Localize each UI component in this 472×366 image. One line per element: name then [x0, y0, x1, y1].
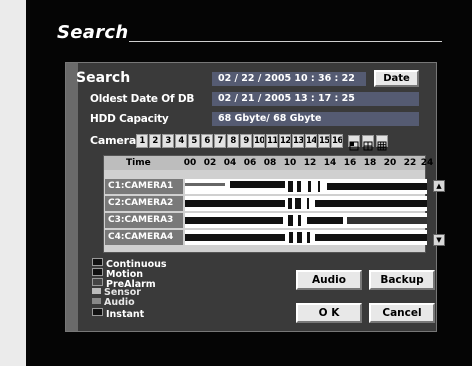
- title-divider: [129, 41, 442, 42]
- camera-13-button[interactable]: 13: [292, 134, 304, 148]
- camera-row-label[interactable]: C3:CAMERA3: [105, 213, 183, 228]
- camera-11-button[interactable]: 11: [266, 134, 278, 148]
- hour-label: 20: [383, 158, 397, 168]
- search-panel: Search 02 / 22 / 2005 10 : 36 : 22 Date …: [65, 62, 445, 332]
- multi-view-icon[interactable]: [376, 135, 388, 151]
- hour-label: 12: [303, 158, 317, 168]
- legend-swatch: [92, 258, 103, 266]
- camera-track[interactable]: [185, 179, 427, 194]
- legend-swatch: [92, 308, 103, 316]
- legend-swatch: [92, 278, 103, 286]
- hour-label: 22: [403, 158, 417, 168]
- camera-6-button[interactable]: 6: [201, 134, 213, 148]
- dvr-screen: Search Search 02 / 22 / 2005 10 : 36 : 2…: [26, 0, 472, 366]
- oldest-date-label: Oldest Date Of DB: [90, 93, 195, 105]
- camera-4-button[interactable]: 4: [175, 134, 187, 148]
- camera-10-button[interactable]: 10: [253, 134, 265, 148]
- camera-7-button[interactable]: 7: [214, 134, 226, 148]
- cancel-button[interactable]: Cancel: [369, 303, 435, 323]
- camera-row-label[interactable]: C2:CAMERA2: [105, 196, 183, 211]
- hour-label: 16: [343, 158, 357, 168]
- camera-16-button[interactable]: 16: [331, 134, 343, 148]
- camera-track[interactable]: [185, 196, 427, 211]
- hour-label: 04: [223, 158, 237, 168]
- camera-label: Camera: [90, 134, 137, 147]
- oldest-date-field: 02 / 21 / 2005 13 : 17 : 25: [212, 92, 419, 106]
- hdd-capacity-label: HDD Capacity: [90, 113, 169, 125]
- camera-8-button[interactable]: 8: [227, 134, 239, 148]
- scroll-up-button[interactable]: ▲: [433, 180, 445, 192]
- hdd-capacity-field: 68 Gbyte/ 68 Gbyte: [212, 112, 419, 126]
- legend-swatch: [92, 268, 103, 276]
- scroll-down-button[interactable]: ▼: [433, 234, 445, 246]
- camera-1-button[interactable]: 1: [136, 134, 148, 148]
- quad-view-icon[interactable]: [362, 135, 374, 151]
- time-label: Time: [126, 158, 151, 168]
- legend-audio: Audio: [92, 298, 135, 308]
- camera-5-button[interactable]: 5: [188, 134, 200, 148]
- current-datetime-field: 02 / 22 / 2005 10 : 36 : 22: [212, 72, 366, 86]
- hour-label: 02: [203, 158, 217, 168]
- camera-14-button[interactable]: 14: [305, 134, 317, 148]
- backup-button[interactable]: Backup: [369, 270, 435, 290]
- hour-label: 14: [323, 158, 337, 168]
- camera-9-button[interactable]: 9: [240, 134, 252, 148]
- panel-heading: Search: [76, 70, 131, 86]
- ok-button[interactable]: O K: [296, 303, 362, 323]
- legend-swatch: [92, 298, 101, 304]
- audio-button[interactable]: Audio: [296, 270, 362, 290]
- page-title: Search: [57, 22, 129, 43]
- camera-15-button[interactable]: 15: [318, 134, 330, 148]
- legend-swatch: [92, 288, 101, 294]
- camera-2-button[interactable]: 2: [149, 134, 161, 148]
- hour-label: 24: [420, 158, 434, 168]
- camera-12-button[interactable]: 12: [279, 134, 291, 148]
- legend-instant: Instant: [92, 308, 144, 320]
- camera-track[interactable]: [185, 230, 427, 245]
- camera-row-label[interactable]: C1:CAMERA1: [105, 179, 183, 194]
- camera-track[interactable]: [185, 213, 427, 228]
- hour-label: 08: [263, 158, 277, 168]
- hour-label: 18: [363, 158, 377, 168]
- single-view-icon[interactable]: [348, 135, 360, 151]
- hour-label: 06: [243, 158, 257, 168]
- hour-label: 00: [183, 158, 197, 168]
- date-button[interactable]: Date: [374, 70, 419, 87]
- hour-label: 10: [283, 158, 297, 168]
- timeline-header: Time 00 02 04 06 08 10 12 14 16 18 20 22…: [104, 156, 433, 170]
- camera-3-button[interactable]: 3: [162, 134, 174, 148]
- panel-accent-strip: [66, 63, 78, 331]
- camera-row-label[interactable]: C4:CAMERA4: [105, 230, 183, 245]
- recording-timeline[interactable]: Time 00 02 04 06 08 10 12 14 16 18 20 22…: [103, 155, 445, 253]
